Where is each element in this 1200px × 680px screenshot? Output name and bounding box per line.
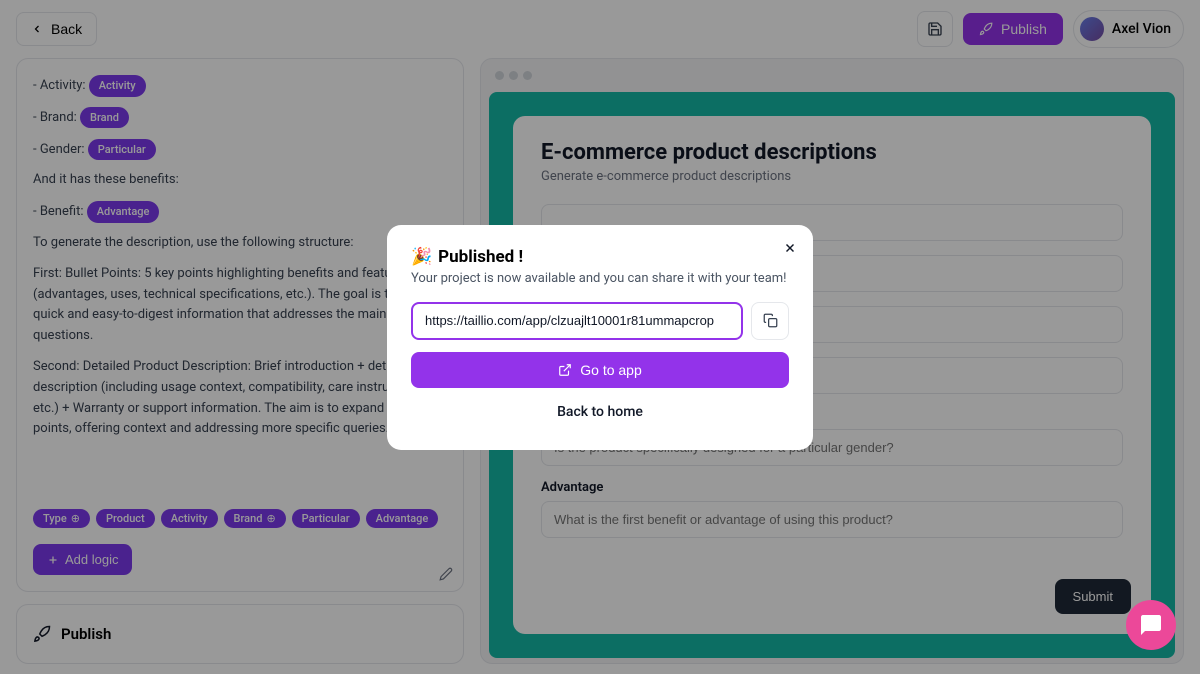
go-label: Go to app bbox=[580, 362, 642, 378]
chat-fab[interactable] bbox=[1126, 600, 1176, 650]
go-to-app-button[interactable]: Go to app bbox=[411, 352, 789, 388]
modal-title-text: Published ! bbox=[438, 247, 523, 267]
url-input[interactable] bbox=[411, 302, 743, 340]
close-icon bbox=[783, 241, 797, 255]
published-modal: 🎉 Published ! Your project is now availa… bbox=[387, 225, 813, 450]
modal-desc: Your project is now available and you ca… bbox=[411, 271, 789, 286]
external-link-icon bbox=[558, 363, 572, 377]
modal-overlay[interactable]: 🎉 Published ! Your project is now availa… bbox=[0, 0, 1200, 674]
close-button[interactable] bbox=[783, 239, 797, 260]
copy-icon bbox=[763, 313, 778, 328]
chat-icon bbox=[1139, 613, 1163, 637]
back-to-home-link[interactable]: Back to home bbox=[411, 398, 789, 426]
party-icon: 🎉 bbox=[411, 247, 432, 267]
copy-button[interactable] bbox=[751, 302, 789, 340]
